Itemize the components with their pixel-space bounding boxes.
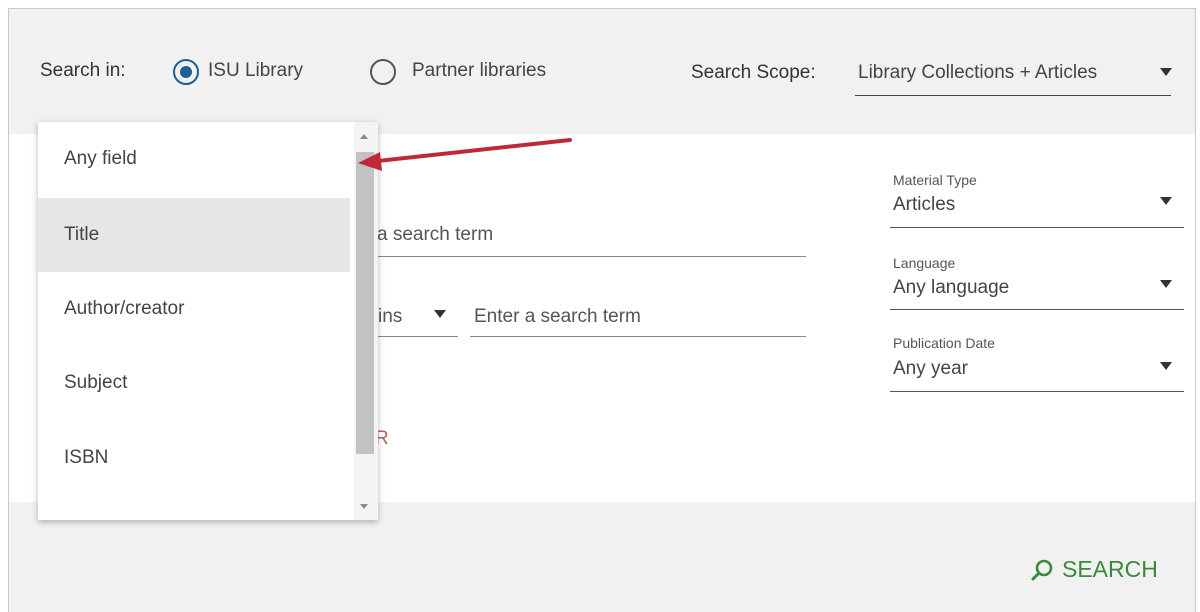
dropdown-option-any-field[interactable]: Any field: [38, 122, 350, 196]
scope-underline: [855, 95, 1171, 96]
publication-date-caret-down-icon[interactable]: [1160, 362, 1172, 370]
search-button-label: SEARCH: [1062, 556, 1158, 582]
search-term-underline-1: [360, 256, 806, 257]
facet-select-publication-date[interactable]: Any year: [893, 358, 968, 380]
facet-select-material-type[interactable]: Articles: [893, 194, 955, 216]
radio-partner-libraries[interactable]: [370, 59, 396, 85]
operator-caret-down-icon[interactable]: [434, 310, 446, 318]
dropdown-option-author-creator[interactable]: Author/creator: [38, 272, 350, 346]
search-scope-select[interactable]: Library Collections + Articles: [858, 62, 1097, 84]
operator-select-row-2[interactable]: ins: [378, 306, 402, 328]
magnifier-icon: [1031, 559, 1053, 580]
facet-select-language[interactable]: Any language: [893, 277, 1009, 299]
search-scope-label: Search Scope:: [691, 62, 816, 83]
radio-label-partner-libraries[interactable]: Partner libraries: [412, 60, 546, 82]
search-term-input-2[interactable]: Enter a search term: [474, 306, 641, 328]
radio-label-isu-library[interactable]: ISU Library: [208, 60, 303, 82]
search-button[interactable]: SEARCH: [1030, 556, 1158, 583]
radio-selected-dot: [180, 66, 192, 78]
facet-label-material-type: Material Type: [893, 172, 977, 188]
search-field-dropdown: Any field Title Author/creator Subject I…: [38, 122, 378, 520]
facet-underline: [890, 391, 1184, 392]
annotation-arrow-icon: [358, 138, 572, 171]
facet-underline: [890, 227, 1184, 228]
material-type-caret-down-icon[interactable]: [1160, 197, 1172, 205]
scroll-down-arrow-icon[interactable]: [360, 504, 368, 509]
radio-isu-library[interactable]: [173, 59, 199, 85]
scrollbar-thumb[interactable]: [356, 152, 374, 454]
scope-caret-down-icon[interactable]: [1160, 68, 1172, 76]
facet-underline: [890, 309, 1184, 310]
facet-label-publication-date: Publication Date: [893, 335, 995, 351]
search-in-label: Search in:: [40, 60, 126, 81]
dropdown-option-isbn[interactable]: ISBN: [38, 421, 350, 495]
dropdown-option-title[interactable]: Title: [38, 198, 350, 272]
language-caret-down-icon[interactable]: [1160, 280, 1172, 288]
dropdown-option-subject[interactable]: Subject: [38, 346, 350, 420]
search-term-underline-2: [470, 336, 806, 337]
search-term-input-1[interactable]: a search term: [377, 224, 493, 246]
facet-label-language: Language: [893, 255, 956, 271]
dropdown-scrollbar[interactable]: [354, 122, 378, 520]
